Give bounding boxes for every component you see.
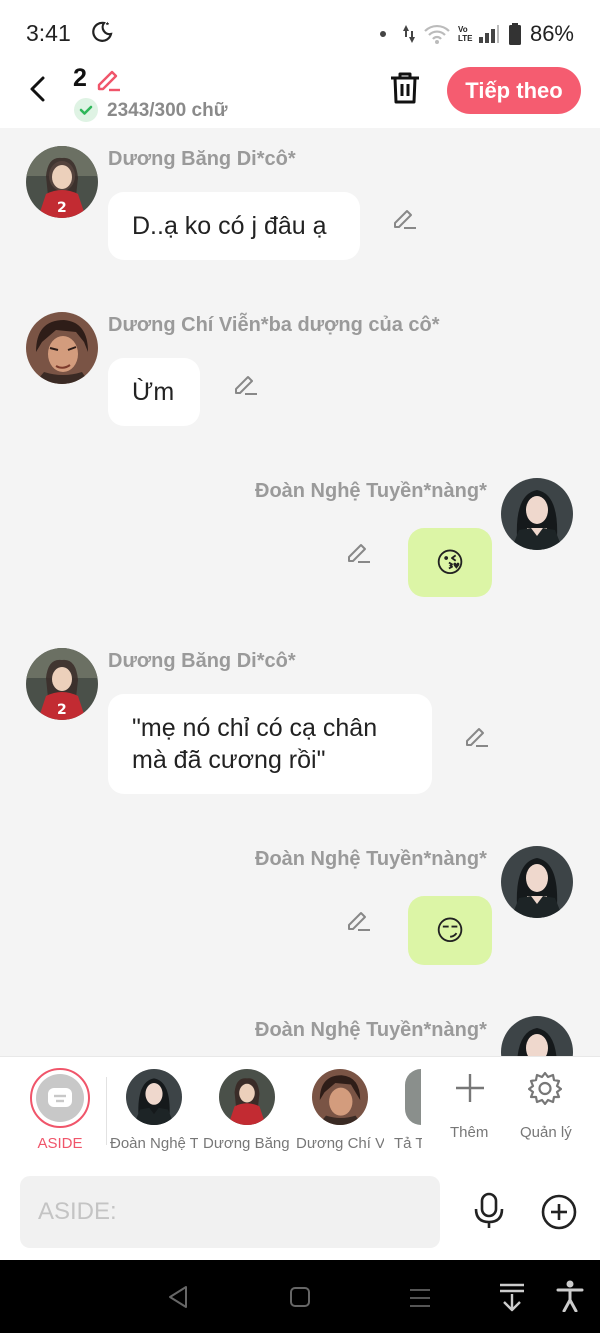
nav-recents-icon[interactable] bbox=[408, 1287, 432, 1309]
character-label: Dương Chí Viễn bbox=[296, 1135, 384, 1152]
character-avatar-duong-chi-vien[interactable] bbox=[312, 1069, 368, 1125]
svg-text:2: 2 bbox=[57, 200, 67, 216]
sender-name: Dương Chí Viễn*ba dượng của cô* bbox=[108, 314, 440, 336]
trash-icon[interactable] bbox=[388, 70, 422, 106]
nav-hide-keyboard-icon[interactable] bbox=[498, 1282, 526, 1312]
do-not-disturb-moon-icon bbox=[92, 21, 113, 42]
chapter-count: 2 bbox=[73, 64, 87, 92]
check-circle-icon bbox=[74, 98, 98, 122]
avatar-doan-nghe-tuyen[interactable] bbox=[501, 846, 573, 918]
message-bubble[interactable]: 😏 bbox=[408, 896, 492, 965]
volte-label: Vo LTE bbox=[457, 25, 473, 43]
next-button[interactable]: Tiếp theo bbox=[447, 67, 581, 114]
divider bbox=[106, 1077, 107, 1145]
character-label: Tả T bbox=[394, 1135, 422, 1152]
composer bbox=[0, 1164, 600, 1260]
edit-pencil-icon[interactable] bbox=[462, 722, 490, 750]
avatar-duong-bang-di[interactable]: 2 bbox=[26, 146, 98, 218]
aside-chat-icon bbox=[36, 1074, 84, 1122]
message-bubble[interactable]: 😘 bbox=[408, 528, 492, 597]
sender-name: Đoàn Nghệ Tuyền*nàng* bbox=[255, 848, 487, 870]
sender-name: Dương Băng Di*cô* bbox=[108, 650, 296, 672]
battery-percent: 86% bbox=[529, 21, 574, 46]
word-count: 2343/300 chữ bbox=[107, 100, 228, 121]
add-plus-icon[interactable] bbox=[453, 1071, 487, 1105]
data-arrows-icon bbox=[402, 25, 415, 43]
character-label: Đoàn Nghệ Tuyền bbox=[110, 1135, 198, 1152]
message-bubble[interactable]: "mẹ nó chỉ có cạ chân mà đã cương rồi" bbox=[108, 694, 432, 794]
nav-back-icon[interactable] bbox=[166, 1284, 190, 1310]
add-circle-icon[interactable] bbox=[540, 1193, 578, 1231]
top-bar: 2 2343/300 chữ Tiếp theo bbox=[0, 62, 600, 128]
avatar-doan-nghe-tuyen[interactable] bbox=[501, 1016, 573, 1056]
signal-icon bbox=[478, 25, 499, 43]
sender-name: Đoàn Nghệ Tuyền*nàng* bbox=[255, 1019, 487, 1041]
character-label: Dương Băng Di bbox=[203, 1135, 291, 1152]
manage-label: Quản lý bbox=[520, 1124, 572, 1141]
edit-pencil-icon[interactable] bbox=[344, 906, 372, 934]
character-selector: ASIDE Đoàn Nghệ Tuyền Dương Băng Di Dươn… bbox=[0, 1056, 600, 1164]
gear-icon[interactable] bbox=[528, 1071, 562, 1105]
avatar-duong-bang-di[interactable]: 2 bbox=[26, 648, 98, 720]
avatar-duong-chi-vien[interactable] bbox=[26, 312, 98, 384]
status-time: 3:41 bbox=[26, 20, 71, 46]
nav-home-icon[interactable] bbox=[288, 1285, 312, 1309]
message-bubble[interactable]: Ừm bbox=[108, 358, 200, 426]
character-avatar-duong-bang-di[interactable] bbox=[219, 1069, 275, 1125]
wifi-icon bbox=[424, 24, 450, 44]
aside-label: ASIDE bbox=[37, 1135, 83, 1152]
edit-pencil-icon[interactable] bbox=[231, 370, 259, 398]
avatar-doan-nghe-tuyen[interactable] bbox=[501, 478, 573, 550]
chat-area[interactable]: 2 Dương Băng Di*cô* D..ạ ko có j đâu ạ D… bbox=[0, 128, 600, 1056]
character-avatar-partial[interactable] bbox=[405, 1069, 421, 1125]
character-avatar-doan-nghe-tuyen[interactable] bbox=[126, 1069, 182, 1125]
status-bar: 3:41 Vo LTE 86% bbox=[0, 0, 600, 62]
microphone-icon[interactable] bbox=[472, 1192, 506, 1230]
battery-icon bbox=[508, 23, 521, 45]
sender-name: Đoàn Nghệ Tuyền*nàng* bbox=[255, 480, 487, 502]
system-navigation-bar bbox=[0, 1260, 600, 1333]
edit-pencil-icon[interactable] bbox=[390, 204, 418, 232]
accessibility-icon[interactable] bbox=[556, 1280, 584, 1312]
sender-name: Dương Băng Di*cô* bbox=[108, 148, 296, 170]
edit-pencil-icon[interactable] bbox=[344, 538, 372, 566]
message-bubble[interactable]: D..ạ ko có j đâu ạ bbox=[108, 192, 360, 260]
status-icons: Vo LTE 86% bbox=[379, 20, 574, 48]
aside-button[interactable] bbox=[30, 1068, 90, 1128]
edit-title-pencil-icon[interactable] bbox=[95, 66, 121, 92]
notification-dot-icon bbox=[379, 31, 386, 37]
back-arrow-icon[interactable] bbox=[22, 72, 56, 106]
message-input[interactable] bbox=[20, 1176, 440, 1248]
svg-text:2: 2 bbox=[57, 702, 67, 718]
add-label: Thêm bbox=[450, 1124, 489, 1141]
